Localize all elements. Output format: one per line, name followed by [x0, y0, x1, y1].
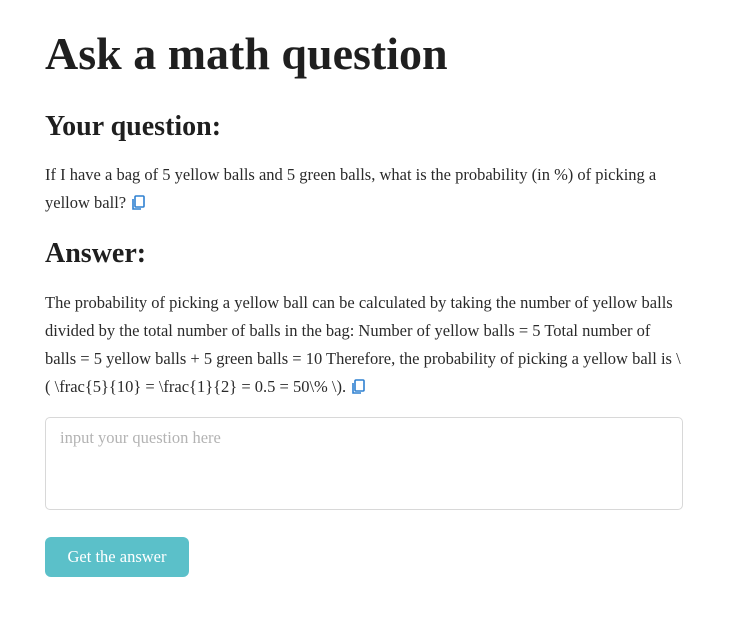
- question-paragraph: If I have a bag of 5 yellow balls and 5 …: [45, 161, 685, 217]
- question-input[interactable]: [45, 417, 683, 510]
- copy-icon[interactable]: [131, 195, 145, 211]
- answer-heading: Answer:: [45, 238, 147, 269]
- copy-icon[interactable]: [351, 379, 365, 395]
- page-title: Ask a math question: [45, 28, 448, 79]
- question-heading: Your question:: [45, 111, 222, 142]
- get-answer-button[interactable]: Get the answer: [45, 537, 189, 577]
- answer-paragraph: The probability of picking a yellow ball…: [45, 289, 685, 401]
